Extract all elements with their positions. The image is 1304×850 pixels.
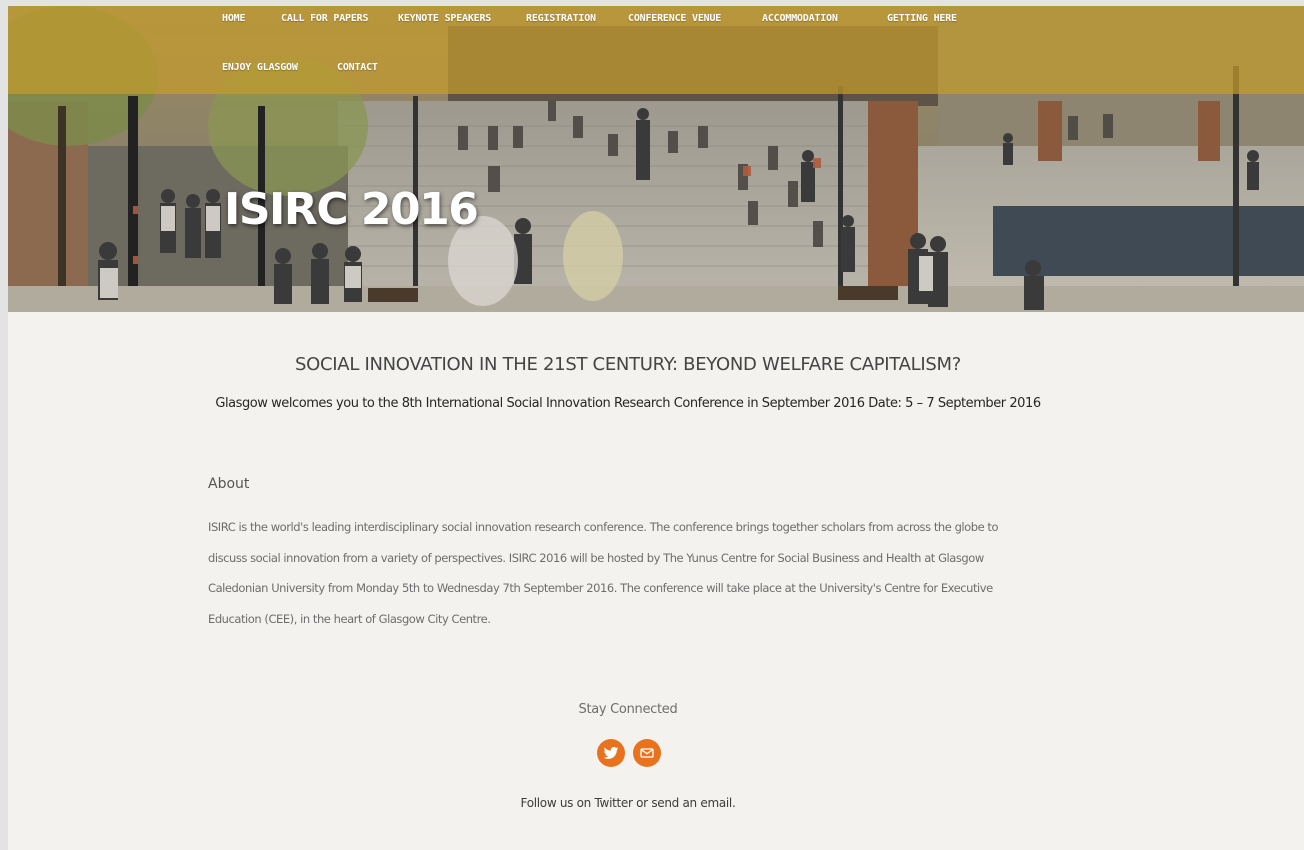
email-icon [640, 748, 654, 758]
nav-item-accommodation[interactable]: ACCOMMODATION [762, 13, 838, 24]
twitter-button[interactable] [597, 739, 625, 767]
nav-menu: HOME CALL FOR PAPERS KEYNOTE SPEAKERS RE… [208, 6, 988, 94]
nav-item-call-for-papers[interactable]: CALL FOR PAPERS [281, 13, 369, 24]
nav-item-registration[interactable]: REGISTRATION [526, 13, 596, 24]
page: HOME CALL FOR PAPERS KEYNOTE SPEAKERS RE… [8, 6, 1304, 850]
top-navigation-bar: HOME CALL FOR PAPERS KEYNOTE SPEAKERS RE… [8, 6, 1304, 94]
nav-item-enjoy-glasgow[interactable]: ENJOY GLASGOW [222, 62, 298, 73]
nav-item-getting-here[interactable]: GETTING HERE [887, 13, 957, 24]
nav-item-home[interactable]: HOME [222, 13, 245, 24]
email-button[interactable] [633, 739, 661, 767]
conference-headline: SOCIAL INNOVATION IN THE 21ST CENTURY: B… [295, 354, 961, 375]
follow-us-text: Follow us on Twitter or send an email. [520, 796, 736, 810]
twitter-icon [603, 747, 619, 759]
nav-item-contact[interactable]: CONTACT [337, 62, 378, 73]
nav-item-conference-venue[interactable]: CONFERENCE VENUE [628, 13, 721, 24]
about-heading: About [208, 476, 250, 492]
about-text: ISIRC is the world's leading interdiscip… [208, 520, 999, 626]
site-title: ISIRC 2016 [224, 184, 479, 235]
social-links [597, 739, 661, 767]
stay-connected-heading: Stay Connected [578, 702, 678, 717]
nav-item-keynote-speakers[interactable]: KEYNOTE SPEAKERS [398, 13, 491, 24]
conference-subheadline: Glasgow welcomes you to the 8th Internat… [215, 396, 1041, 411]
hero-banner: HOME CALL FOR PAPERS KEYNOTE SPEAKERS RE… [8, 6, 1304, 312]
